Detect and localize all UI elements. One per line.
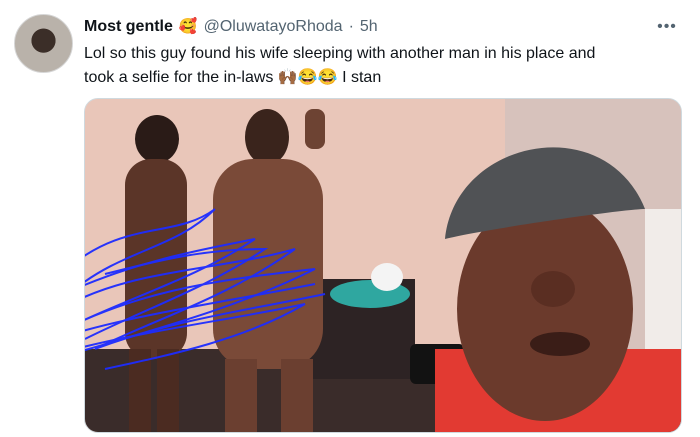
separator-dot: ·	[348, 18, 354, 35]
photo-illustration	[85, 99, 681, 432]
tweet[interactable]: Most gentle 🥰 @OluwatayoRhoda · 5h ••• L…	[0, 0, 700, 437]
more-options-icon[interactable]: •••	[654, 18, 680, 36]
avatar[interactable]	[14, 14, 73, 73]
display-name[interactable]: Most gentle	[84, 17, 173, 37]
tweet-photo[interactable]	[84, 98, 682, 433]
tweet-text-line: Lol so this guy found his wife sleeping …	[84, 45, 596, 62]
user-handle[interactable]: @OluwatayoRhoda	[204, 17, 343, 37]
tweet-header: Most gentle 🥰 @OluwatayoRhoda · 5h	[84, 16, 378, 38]
tweet-text-line: took a selfie for the in-laws 🙌🏾😂😂 I sta…	[84, 69, 382, 86]
tweet-text: Lol so this guy found his wife sleeping …	[84, 42, 684, 90]
timestamp[interactable]: 5h	[360, 17, 378, 37]
name-emoji: 🥰	[178, 18, 198, 35]
